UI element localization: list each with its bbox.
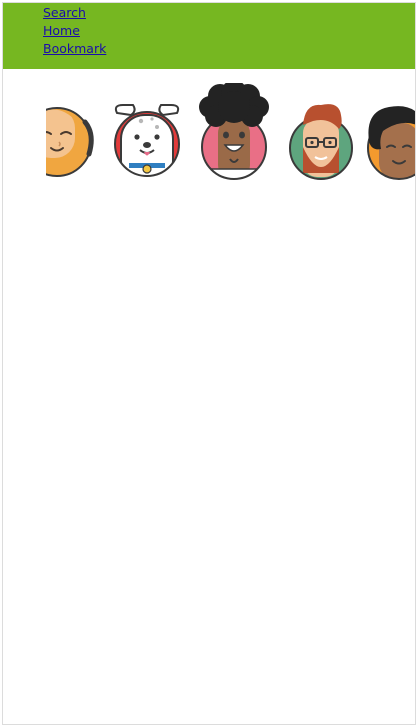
nav-item-bookmark: Bookmark [43,40,106,58]
woman-dark-hair-avatar-icon [367,106,415,180]
page-frame: Search Home Bookmark [2,2,416,725]
nav-item-home: Home [43,22,106,40]
afro-man-avatar-icon [199,83,269,180]
nav-menu: Search Home Bookmark [43,4,106,58]
nav-item-search: Search [43,4,106,22]
home-link[interactable]: Home [43,23,80,38]
avatar-strip [3,79,415,189]
top-bar: Search Home Bookmark [3,3,415,69]
bookmark-link[interactable]: Bookmark [43,41,106,56]
woman-headset-avatar-icon [41,104,94,184]
search-link[interactable]: Search [43,5,86,20]
bearded-man-glasses-avatar-icon [289,104,353,180]
dog-avatar-icon [114,104,180,177]
